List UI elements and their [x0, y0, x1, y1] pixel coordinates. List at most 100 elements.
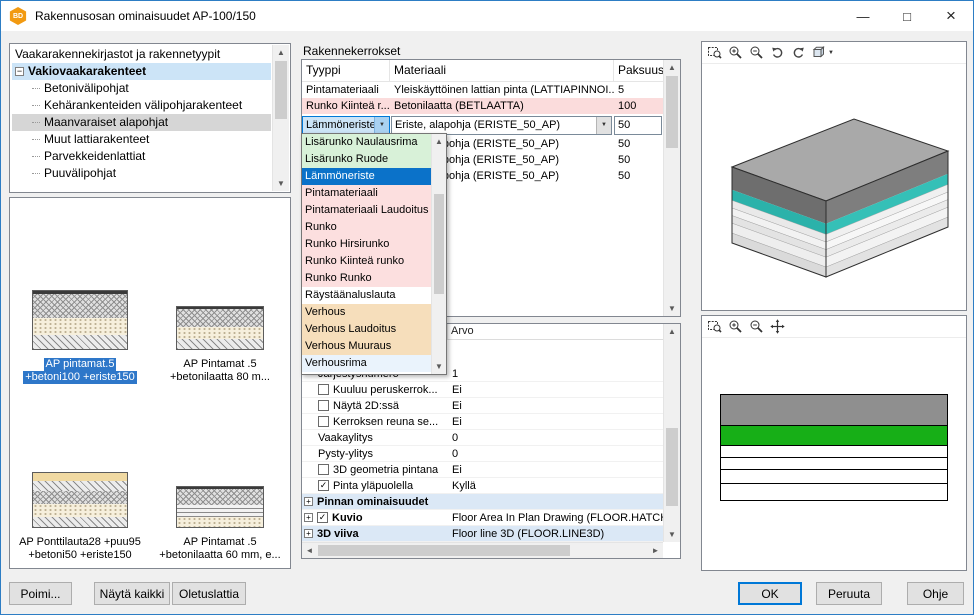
dropdown-option-selected[interactable]: Lämmöneriste: [302, 168, 431, 185]
library-item-vakiovaakarakenteet[interactable]: − Vakiovaakarakenteet: [12, 63, 271, 80]
pan-icon[interactable]: [768, 317, 787, 336]
property-row-kuuluu-peruskerrokseen[interactable]: Kuuluu peruskerrok... Ei: [302, 382, 663, 398]
title-bar[interactable]: BD Rakennusosan ominaisuudet AP-100/150: [1, 1, 973, 31]
thumbnail-item-2[interactable]: AP Pintamat .5 +betonilaatta 80 m...: [150, 212, 290, 390]
dropdown-option[interactable]: Runko Kiinteä runko: [302, 253, 431, 270]
library-item-parvekkeidenlattiat[interactable]: Parvekkeidenlattiat: [12, 148, 271, 165]
ok-button[interactable]: OK: [738, 582, 802, 605]
library-root-item[interactable]: Vaakarakennekirjastot ja rakennetyypit: [12, 46, 271, 63]
dropdown-option[interactable]: Runko Hirsirunko: [302, 236, 431, 253]
layer-thickness-input[interactable]: 50: [614, 116, 662, 135]
scroll-left-icon[interactable]: ◄: [302, 543, 317, 558]
property-label: Pinta yläpuolella: [333, 480, 413, 492]
expand-icon[interactable]: +: [304, 497, 313, 506]
dropdown-option[interactable]: Runko Runko: [302, 270, 431, 287]
slab-2d-section[interactable]: [720, 394, 948, 501]
layer-row-2[interactable]: Runko Kiinteä r... Betonilaatta (BETLAAT…: [302, 98, 680, 114]
expand-icon[interactable]: +: [304, 529, 313, 538]
chevron-down-icon[interactable]: ▼: [596, 117, 611, 134]
checkbox-unchecked[interactable]: [318, 416, 329, 427]
library-item-muut-lattiarakenteet[interactable]: Muut lattiarakenteet: [12, 131, 271, 148]
library-item-betonivalipohjat[interactable]: Betonivälipohjat: [12, 80, 271, 97]
zoom-out-icon[interactable]: [747, 317, 766, 336]
view-options-dropdown-icon[interactable]: ▼: [810, 43, 836, 62]
maximize-button[interactable]: □: [885, 1, 929, 31]
property-row-3d-geometria[interactable]: 3D geometria pintana Ei: [302, 462, 663, 478]
layer-type-combobox[interactable]: Lämmöneriste ▼: [302, 116, 390, 135]
properties-horizontal-scrollbar[interactable]: ◄ ►: [302, 542, 663, 558]
column-header-thickness[interactable]: Paksuus: [614, 60, 665, 81]
property-row-pinta-ylapuolella[interactable]: ✓Pinta yläpuolella Kyllä: [302, 478, 663, 494]
pick-button[interactable]: Poimi...: [9, 582, 72, 605]
library-item-maanvaraiset-alapohjat[interactable]: Maanvaraiset alapohjat: [12, 114, 271, 131]
show-all-button[interactable]: Näytä kaikki: [94, 582, 170, 605]
zoom-window-icon[interactable]: [705, 43, 724, 62]
property-group-kuvio[interactable]: +✓Kuvio Floor Area In Plan Drawing (FLOO…: [302, 510, 663, 526]
property-row-nayta-2d[interactable]: Näytä 2D:ssä Ei: [302, 398, 663, 414]
property-row-kerroksen-reuna[interactable]: Kerroksen reuna se... Ei: [302, 414, 663, 430]
default-floor-button[interactable]: Oletuslattia: [172, 582, 246, 605]
minimize-button[interactable]: —: [841, 1, 885, 31]
checkbox-unchecked[interactable]: [318, 464, 329, 475]
cancel-button[interactable]: Peruuta: [816, 582, 882, 605]
scroll-up-icon[interactable]: ▲: [664, 324, 680, 339]
viewport-3d-canvas[interactable]: [702, 64, 966, 310]
layers-scrollbar[interactable]: ▲ ▼: [663, 60, 680, 316]
scroll-thumb[interactable]: [434, 194, 444, 294]
checkbox-checked[interactable]: ✓: [318, 480, 329, 491]
scroll-thumb[interactable]: [275, 61, 287, 119]
library-item-puuvalipohjat[interactable]: Puuvälipohjat: [12, 165, 271, 182]
library-scrollbar[interactable]: ▲ ▼: [272, 45, 289, 191]
help-button[interactable]: Ohje: [907, 582, 964, 605]
checkbox-unchecked[interactable]: [318, 400, 329, 411]
scroll-up-icon[interactable]: ▲: [432, 134, 446, 149]
dropdown-option[interactable]: Verhous Laudoitus: [302, 321, 431, 338]
dropdown-option[interactable]: Verhousrima: [302, 355, 431, 372]
column-header-material[interactable]: Materiaali: [390, 60, 614, 81]
dropdown-option[interactable]: Lisärunko Naulausrima: [302, 134, 431, 151]
scroll-thumb[interactable]: [666, 76, 678, 148]
checkbox-unchecked[interactable]: [318, 384, 329, 395]
dropdown-option[interactable]: Verhous Muuraus: [302, 338, 431, 355]
dropdown-option[interactable]: Pintamateriaali Laudoitus: [302, 202, 431, 219]
thumbnail-item-4[interactable]: AP Pintamat .5 +betonilaatta 60 mm, e...: [150, 390, 290, 568]
scroll-down-icon[interactable]: ▼: [664, 301, 680, 316]
dropdown-option[interactable]: Räystäänaluslauta: [302, 287, 431, 304]
rotate-ccw-icon[interactable]: [768, 43, 787, 62]
zoom-in-icon[interactable]: [726, 43, 745, 62]
tree-line: [32, 156, 40, 157]
thumbnail-item-1[interactable]: AP pintamat.5 +betoni100 +eriste150: [10, 212, 150, 390]
library-item-keharankenteiden[interactable]: Kehärankenteiden välipohjarakenteet: [12, 97, 271, 114]
chevron-down-icon[interactable]: ▼: [374, 117, 389, 134]
scroll-right-icon[interactable]: ►: [648, 543, 663, 558]
rotate-cw-icon[interactable]: [789, 43, 808, 62]
dropdown-option[interactable]: Lisärunko Ruode: [302, 151, 431, 168]
expand-icon[interactable]: +: [304, 513, 313, 522]
dropdown-option[interactable]: Runko: [302, 219, 431, 236]
scroll-up-icon[interactable]: ▲: [273, 45, 289, 60]
layer-row-1[interactable]: Pintamateriaali Yleiskäyttöinen lattian …: [302, 82, 680, 98]
property-row-vaakaylitys[interactable]: Vaakaylitys 0: [302, 430, 663, 446]
collapse-icon[interactable]: −: [15, 67, 24, 76]
properties-vertical-scrollbar[interactable]: ▲ ▼: [663, 324, 680, 542]
scroll-down-icon[interactable]: ▼: [664, 527, 680, 542]
zoom-window-icon[interactable]: [705, 317, 724, 336]
property-group-pinnan-ominaisuudet[interactable]: +Pinnan ominaisuudet: [302, 494, 663, 510]
dropdown-scrollbar[interactable]: ▲ ▼: [431, 134, 446, 374]
zoom-out-icon[interactable]: [747, 43, 766, 62]
scroll-down-icon[interactable]: ▼: [273, 176, 289, 191]
scroll-down-icon[interactable]: ▼: [432, 359, 446, 374]
dropdown-option[interactable]: Verhous: [302, 304, 431, 321]
property-row-pysty-ylitys[interactable]: Pysty-ylitys 0: [302, 446, 663, 462]
scroll-up-icon[interactable]: ▲: [664, 60, 680, 75]
thumbnail-item-3[interactable]: AP Ponttilauta28 +puu95 +betoni50 +erist…: [10, 390, 150, 568]
zoom-in-icon[interactable]: [726, 317, 745, 336]
dropdown-option[interactable]: Pintamateriaali: [302, 185, 431, 202]
scroll-thumb[interactable]: [318, 545, 570, 556]
checkbox-checked[interactable]: ✓: [317, 512, 328, 523]
close-button[interactable]: ×: [929, 1, 973, 31]
column-header-type[interactable]: Tyyppi: [302, 60, 390, 81]
layer-material-combobox[interactable]: Eriste, alapohja (ERISTE_50_AP) ▼: [391, 116, 612, 135]
scroll-thumb[interactable]: [666, 428, 678, 506]
property-group-3d-viiva[interactable]: +3D viiva Floor line 3D (FLOOR.LINE3D): [302, 526, 663, 542]
